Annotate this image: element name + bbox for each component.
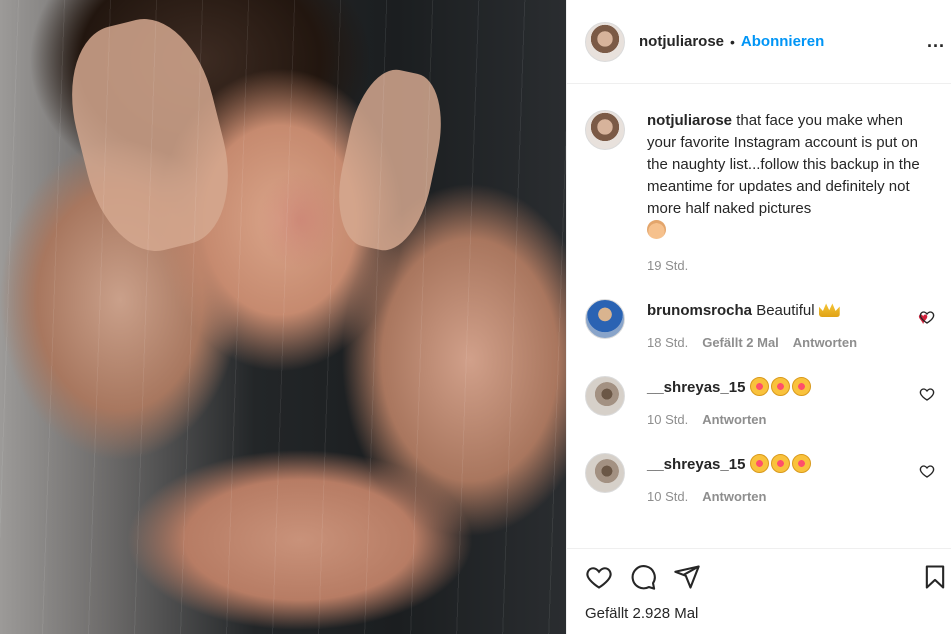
comment-item: __shreyas_15 10 Std. Antworten [585, 376, 935, 427]
commenter-avatar[interactable] [585, 453, 625, 493]
comment-timestamp: 10 Std. [647, 489, 689, 504]
caption-text: notjuliarose that face you make when you… [647, 110, 935, 242]
post-footer: Gefällt 2.928 Mal [567, 548, 951, 634]
caption-username[interactable]: notjuliarose [647, 112, 732, 129]
star-struck-emoji-icon [791, 377, 811, 396]
post-header: notjuliarose • Abonnieren ... [567, 0, 951, 84]
comment-username[interactable]: brunomsrocha [647, 302, 752, 319]
comment-body: Beautiful [756, 302, 815, 319]
comment-likes-link[interactable]: Gefällt 2 Mal [702, 335, 779, 350]
heart-icon[interactable] [585, 563, 613, 591]
photo-detail-hand-right [327, 62, 453, 258]
follow-button[interactable]: Abonnieren [741, 33, 824, 50]
likes-count[interactable]: Gefällt 2.928 Mal [585, 605, 935, 622]
caption-avatar[interactable] [585, 110, 625, 150]
instagram-post: notjuliarose • Abonnieren ... notjuliaro… [0, 0, 951, 634]
baby-face-emoji-icon [647, 220, 666, 239]
commenter-avatar[interactable] [585, 376, 625, 416]
more-options-icon[interactable]: ... [927, 31, 945, 52]
comments-list: notjuliarose that face you make when you… [567, 84, 951, 548]
star-struck-emoji-icon [749, 454, 769, 473]
caption-timestamp: 19 Std. [647, 258, 689, 273]
comment-meta: 10 Std. Antworten [647, 489, 935, 504]
author-username[interactable]: notjuliarose [639, 33, 724, 50]
comment-item: __shreyas_15 10 Std. Antworten [585, 453, 935, 504]
reply-button[interactable]: Antworten [702, 489, 766, 504]
crown-emoji-icon [818, 303, 840, 317]
reply-button[interactable]: Antworten [702, 412, 766, 427]
commenter-avatar[interactable] [585, 299, 625, 339]
comment-icon[interactable] [629, 563, 657, 591]
share-icon[interactable] [673, 563, 701, 591]
comment-text: brunomsrocha Beautiful ♥ [647, 299, 935, 328]
reply-button[interactable]: Antworten [793, 335, 857, 350]
separator-dot: • [730, 33, 735, 50]
comment-username[interactable]: __shreyas_15 [647, 456, 745, 473]
comment-timestamp: 18 Std. [647, 335, 689, 350]
comment-timestamp: 10 Std. [647, 412, 689, 427]
comment-username[interactable]: __shreyas_15 [647, 379, 745, 396]
author-avatar[interactable] [585, 21, 625, 62]
comment-text: __shreyas_15 [647, 376, 935, 399]
like-comment-heart-icon[interactable] [919, 386, 935, 402]
comment-item: brunomsrocha Beautiful ♥ 18 Std. Gefällt… [585, 299, 935, 350]
like-comment-heart-icon[interactable] [919, 309, 935, 325]
like-comment-heart-icon[interactable] [919, 463, 935, 479]
star-struck-emoji-icon [770, 377, 790, 396]
post-side-panel: notjuliarose • Abonnieren ... notjuliaro… [566, 0, 951, 634]
bookmark-icon[interactable] [921, 563, 949, 591]
action-bar [585, 563, 945, 591]
caption-meta: 19 Std. [647, 258, 935, 273]
photo-detail-hand-left [54, 6, 246, 264]
comment-meta: 10 Std. Antworten [647, 412, 935, 427]
caption: notjuliarose that face you make when you… [585, 110, 935, 273]
star-struck-emoji-icon [791, 454, 811, 473]
star-struck-emoji-icon [749, 377, 769, 396]
post-photo[interactable] [0, 0, 566, 634]
star-struck-emoji-icon [770, 454, 790, 473]
comment-meta: 18 Std. Gefällt 2 Mal Antworten [647, 335, 935, 350]
comment-text: __shreyas_15 [647, 453, 935, 476]
